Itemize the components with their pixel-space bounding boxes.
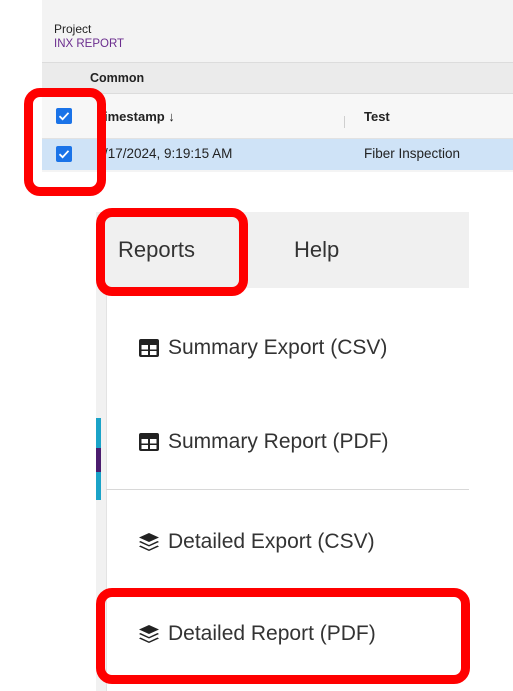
table-icon bbox=[139, 433, 159, 451]
highlight-reports-tab bbox=[96, 208, 248, 296]
highlight-detailed-report-pdf bbox=[96, 588, 470, 684]
accent-bar-teal bbox=[96, 418, 101, 448]
column-header-timestamp[interactable]: imestamp ↓ bbox=[104, 109, 175, 124]
table-icon bbox=[139, 339, 159, 357]
menu-help[interactable]: Help bbox=[294, 237, 339, 263]
column-resize-handle[interactable] bbox=[344, 116, 345, 128]
project-name[interactable]: INX REPORT bbox=[54, 38, 124, 50]
table-row[interactable]: /17/2024, 9:19:15 AM Fiber Inspection bbox=[42, 139, 513, 170]
table-header-row: imestamp ↓ Test bbox=[42, 94, 513, 139]
menu-divider bbox=[106, 489, 469, 490]
layers-icon bbox=[139, 533, 159, 551]
project-panel: Project INX REPORT Common imestamp ↓ Tes… bbox=[42, 0, 513, 172]
menu-item-label: Detailed Export (CSV) bbox=[168, 530, 375, 553]
accent-bar-purple bbox=[96, 448, 101, 472]
column-group-label: Common bbox=[90, 71, 145, 85]
project-label: Project bbox=[54, 22, 92, 36]
menu-item-detailed-export-csv[interactable]: Detailed Export (CSV) bbox=[138, 530, 375, 554]
highlight-checkboxes bbox=[24, 88, 106, 196]
column-header-test[interactable]: Test bbox=[364, 109, 390, 124]
menu-item-label: Summary Export (CSV) bbox=[168, 336, 388, 359]
project-header: Project INX REPORT bbox=[42, 0, 513, 63]
row-timestamp: /17/2024, 9:19:15 AM bbox=[104, 146, 233, 161]
column-group-header: Common bbox=[42, 63, 513, 94]
menu-item-summary-report-pdf[interactable]: Summary Report (PDF) bbox=[138, 430, 389, 454]
menu-item-summary-export-csv[interactable]: Summary Export (CSV) bbox=[138, 336, 387, 360]
accent-bar-teal-lower bbox=[96, 472, 101, 500]
menu-item-label: Summary Report (PDF) bbox=[168, 430, 389, 453]
row-test: Fiber Inspection bbox=[364, 146, 461, 161]
